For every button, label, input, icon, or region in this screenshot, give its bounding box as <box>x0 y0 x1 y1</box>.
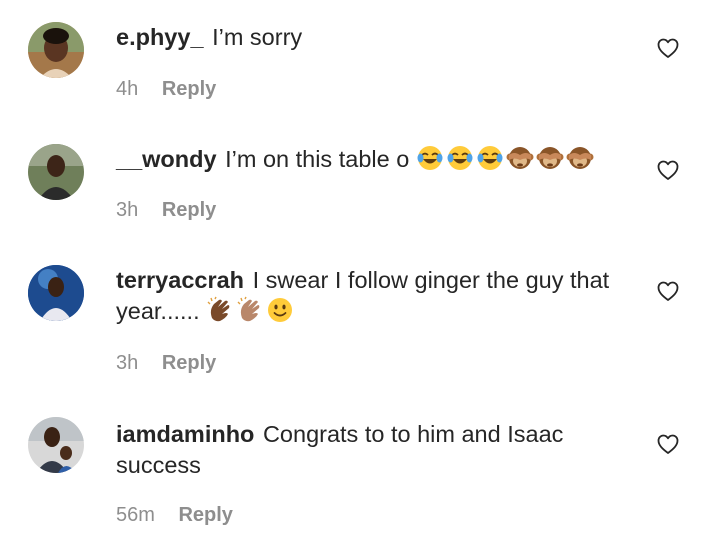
comment-meta: 3h Reply <box>116 351 216 375</box>
comment-meta: 56m Reply <box>116 503 233 527</box>
heart-icon[interactable] <box>656 158 680 182</box>
see-no-evil-monkey-icon <box>506 144 534 172</box>
comment-text: e.phyy_ I’m sorry <box>116 22 636 53</box>
avatar[interactable] <box>28 22 84 78</box>
avatar[interactable] <box>28 144 84 200</box>
reply-button[interactable]: Reply <box>178 504 232 526</box>
username-link[interactable]: iamdaminho <box>116 421 254 447</box>
username-link[interactable]: e.phyy_ <box>116 24 204 50</box>
username-link[interactable]: terryaccrah <box>116 267 244 293</box>
comment-text: terryaccrah I swear I follow ginger the … <box>116 265 636 327</box>
emoji-group <box>416 146 596 172</box>
reply-button[interactable]: Reply <box>162 78 216 100</box>
see-no-evil-monkey-icon <box>566 144 594 172</box>
tears-of-joy-icon <box>416 144 444 172</box>
comment-item: iamdaminho Congrats to to him and Isaac … <box>0 395 720 544</box>
clapping-hands-icon <box>236 296 264 324</box>
tears-of-joy-icon <box>446 144 474 172</box>
avatar[interactable] <box>28 265 84 321</box>
clapping-hands-icon <box>206 296 234 324</box>
heart-icon[interactable] <box>656 279 680 303</box>
comment-text: __wondy I’m on this table o <box>116 144 636 175</box>
comment-time: 3h <box>116 199 139 221</box>
slightly-smiling-face-icon <box>266 296 294 324</box>
comment-time: 56m <box>116 504 155 526</box>
comment-item: __wondy I’m on this table o 3h Reply <box>0 120 720 245</box>
avatar[interactable] <box>28 417 84 473</box>
comment-time: 3h <box>116 352 139 374</box>
comment-body: I’m on this table o <box>225 146 410 172</box>
see-no-evil-monkey-icon <box>536 144 564 172</box>
username-link[interactable]: __wondy <box>116 146 217 172</box>
comment-text: iamdaminho Congrats to to him and Isaac … <box>116 419 636 481</box>
tears-of-joy-icon <box>476 144 504 172</box>
emoji-group <box>206 296 296 324</box>
reply-button[interactable]: Reply <box>162 352 216 374</box>
comment-body: I’m sorry <box>212 24 303 50</box>
reply-button[interactable]: Reply <box>162 199 216 221</box>
heart-icon[interactable] <box>656 432 680 456</box>
comment-time: 4h <box>116 78 139 100</box>
comment-item: e.phyy_ I’m sorry 4h Reply <box>0 0 720 120</box>
comment-item: terryaccrah I swear I follow ginger the … <box>0 245 720 395</box>
comment-meta: 4h Reply <box>116 77 216 101</box>
heart-icon[interactable] <box>656 36 680 60</box>
comment-meta: 3h Reply <box>116 198 216 222</box>
